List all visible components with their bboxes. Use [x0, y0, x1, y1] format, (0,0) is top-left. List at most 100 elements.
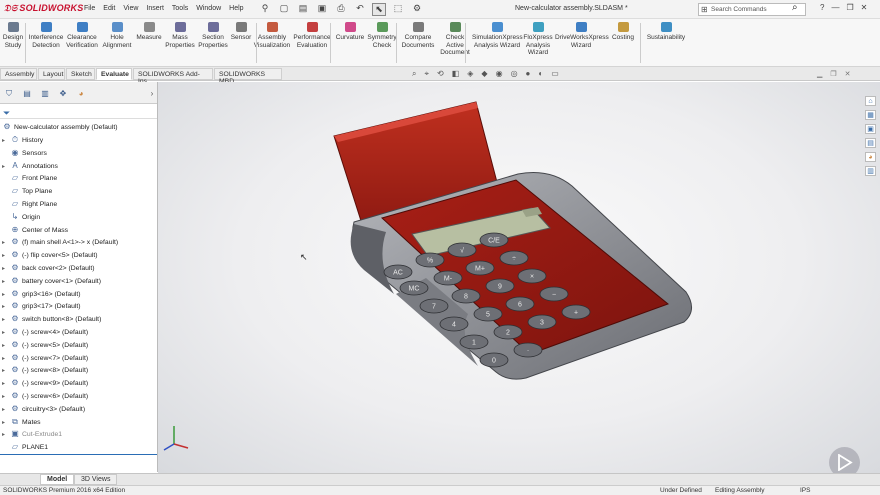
menu-tools[interactable]: Tools — [172, 5, 188, 12]
expand-arrow-icon[interactable]: ▸ — [2, 365, 10, 377]
section-view-icon[interactable]: ◧ — [452, 69, 460, 79]
tree-item[interactable]: ▸ ⚙ switch button<8> (Default) — [2, 313, 101, 325]
compare-documents-button[interactable]: Compare Documents — [400, 22, 436, 49]
tree-item[interactable]: ▱ Right Plane — [2, 198, 57, 210]
rebuild-icon[interactable]: ⬚ — [391, 3, 405, 16]
calc-key[interactable]: MC — [399, 280, 429, 296]
expand-arrow-icon[interactable]: ▸ — [2, 276, 10, 288]
design-study-button[interactable]: Design Study — [2, 22, 24, 49]
interference-button[interactable]: Interference Detection — [28, 22, 64, 49]
calc-key[interactable]: − — [539, 286, 569, 302]
driveworks-button[interactable]: DriveWorksXpress Wizard — [555, 22, 609, 49]
search-commands-input[interactable]: ⊞ Search Commands — [698, 3, 806, 16]
tree-item[interactable]: ▸ ⧉ Mates — [2, 416, 41, 428]
new-document-icon[interactable]: ▢ — [277, 3, 291, 16]
options-icon[interactable]: ⚙ — [410, 3, 424, 16]
expand-arrow-icon[interactable]: ▸ — [2, 263, 10, 275]
measure-button[interactable]: Measure — [134, 22, 164, 42]
panel-expand-icon[interactable]: › — [145, 88, 159, 99]
featuremanager-tab-icon[interactable]: ⛉ — [2, 88, 16, 99]
calc-key[interactable]: + — [561, 304, 591, 320]
configurationmanager-tab-icon[interactable]: ▥ — [38, 88, 52, 99]
calc-key[interactable]: 3 — [527, 314, 557, 330]
expand-arrow-icon[interactable]: ▸ — [2, 429, 10, 441]
calc-key[interactable]: M- — [433, 270, 463, 286]
appearances-icon[interactable]: ◕ — [865, 152, 876, 162]
undo-icon[interactable]: ↶ — [353, 3, 367, 16]
symmetry-button[interactable]: Symmetry Check — [367, 22, 397, 49]
close-icon[interactable]: ✕ — [861, 3, 868, 12]
calc-key[interactable]: 5 — [473, 306, 503, 322]
calc-key[interactable]: × — [517, 268, 547, 284]
expand-arrow-icon[interactable]: ▸ — [2, 327, 10, 339]
expand-arrow-icon[interactable]: ▸ — [2, 289, 10, 301]
design-library-icon[interactable]: ▦ — [865, 110, 876, 120]
file-explorer-icon[interactable]: ▣ — [865, 124, 876, 134]
display-style-icon[interactable]: ◉ — [496, 69, 503, 79]
expand-arrow-icon[interactable]: ▸ — [2, 353, 10, 365]
solidworks-resources-icon[interactable]: ⌂ — [865, 96, 876, 106]
app-logo[interactable]: 𝔇𝔖 SOLIDWORKS — [4, 3, 83, 14]
tree-item[interactable]: ↳ Origin — [2, 211, 41, 223]
displaymanager-tab-icon[interactable]: ◕ — [74, 88, 88, 99]
tree-item[interactable]: ▸ ⚙ grip3<17> (Default) — [2, 300, 81, 312]
dynamic-annotation-icon[interactable]: ◈ — [467, 69, 473, 79]
expand-arrow-icon[interactable]: ▸ — [2, 417, 10, 429]
expand-arrow-icon[interactable]: ▸ — [2, 314, 10, 326]
calc-key[interactable]: % — [415, 252, 445, 268]
tree-item[interactable]: ⊕ Center of Mass — [2, 224, 68, 236]
menu-help[interactable]: Help — [229, 5, 243, 12]
floxpress-button[interactable]: FloXpress Analysis Wizard — [523, 22, 553, 57]
tree-item[interactable]: ▸ ⚙ (f) main shell A<1>-> x (Default) — [2, 236, 118, 248]
section-properties-button[interactable]: Section Properties — [197, 22, 229, 49]
viewport-close-icon[interactable]: ✕ — [845, 70, 851, 78]
bottom-tab-model[interactable]: Model — [40, 474, 75, 485]
tree-item[interactable]: ▸ ⚙ (-) screw<6> (Default) — [2, 390, 88, 402]
menu-view[interactable]: View — [123, 5, 138, 12]
sensor-button[interactable]: Sensor — [229, 22, 253, 42]
assembly-visualization-button[interactable]: Assembly Visualization — [253, 22, 291, 49]
menu-edit[interactable]: Edit — [103, 5, 115, 12]
expand-arrow-icon[interactable]: ▸ — [2, 301, 10, 313]
expand-arrow-icon[interactable]: ▸ — [2, 404, 10, 416]
expand-arrow-icon[interactable]: ▸ — [2, 340, 10, 352]
tree-item[interactable]: ▸ ⚙ (-) screw<4> (Default) — [2, 326, 88, 338]
view-palette-icon[interactable]: ▤ — [865, 138, 876, 148]
tree-item[interactable]: ▸ ⚙ (-) screw<7> (Default) — [2, 352, 88, 364]
tree-item[interactable]: ▸ ⚙ (-) screw<5> (Default) — [2, 339, 88, 351]
tree-item[interactable]: ▱ PLANE1 — [2, 441, 48, 453]
view-orientation-icon[interactable]: ◆ — [481, 69, 487, 79]
help-icon[interactable]: ? — [820, 3, 824, 12]
hole-alignment-button[interactable]: Hole Alignment — [100, 22, 134, 49]
tree-item[interactable]: ▱ Front Plane — [2, 172, 57, 184]
tree-item[interactable]: ▸ ⚙ grip3<16> (Default) — [2, 288, 81, 300]
expand-arrow-icon[interactable]: ▸ — [2, 250, 10, 262]
restore-icon[interactable]: ❐ — [846, 3, 853, 12]
calc-key[interactable]: M+ — [465, 260, 495, 276]
calc-key[interactable]: 1 — [459, 334, 489, 350]
calc-key[interactable]: 6 — [505, 296, 535, 312]
simulation-button[interactable]: SimulationXpress Analysis Wizard — [472, 22, 523, 49]
expand-arrow-icon[interactable]: ▸ — [2, 237, 10, 249]
tree-item[interactable]: ▸ ⚙ (-) flip cover<5> (Default) — [2, 249, 98, 261]
clearance-button[interactable]: Clearance Verification — [64, 22, 100, 49]
performance-button[interactable]: Performance Evaluation — [292, 22, 332, 49]
custom-properties-icon[interactable]: ▥ — [865, 166, 876, 176]
tree-item[interactable]: ▸ ⏱ History — [2, 134, 43, 146]
menu-file[interactable]: File — [84, 5, 95, 12]
expand-arrow-icon[interactable]: ▸ — [2, 391, 10, 403]
previous-view-icon[interactable]: ⟲ — [437, 69, 444, 79]
select-icon[interactable]: ⬉ — [372, 3, 386, 16]
minimize-icon[interactable]: — — [831, 3, 839, 12]
calc-key[interactable]: ÷ — [499, 250, 529, 266]
expand-arrow-icon[interactable]: ▸ — [2, 378, 10, 390]
print-icon[interactable]: ⎙ — [334, 3, 348, 16]
pin-icon[interactable]: ⚲ — [258, 3, 272, 16]
calc-key[interactable]: 7 — [419, 298, 449, 314]
open-icon[interactable]: ▤ — [296, 3, 310, 16]
zoom-area-icon[interactable]: ⌖ — [424, 69, 429, 79]
search-icon[interactable]: ⌕ — [792, 2, 798, 13]
dimxpertmanager-tab-icon[interactable]: ✥ — [56, 88, 70, 99]
save-icon[interactable]: ▣ — [315, 3, 329, 16]
edit-appearance-icon[interactable]: ● — [526, 69, 531, 79]
